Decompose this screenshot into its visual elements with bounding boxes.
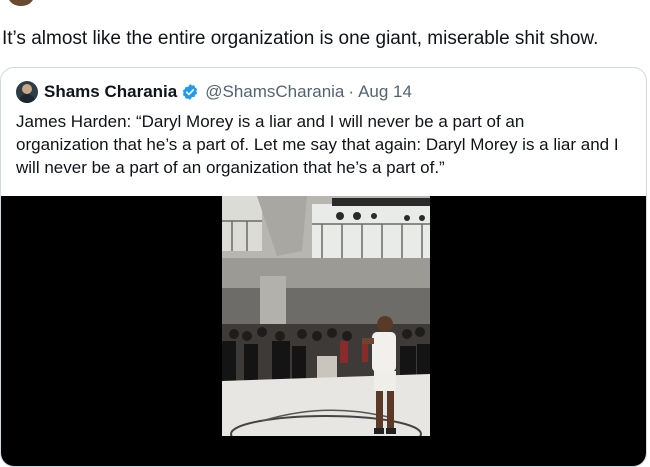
post-date[interactable]: Aug 14 [358,82,412,102]
author-name[interactable]: Shams Charania [44,82,177,102]
video-thumbnail[interactable] [222,196,430,436]
arena-scene-image [222,196,430,436]
post-text: It’s almost like the entire organization… [2,28,599,49]
body-line: James Harden: “Daryl Morey is a liar and… [16,112,525,131]
video-media[interactable] [1,196,646,466]
header-separator: · [348,82,355,101]
verified-badge-icon [183,84,198,100]
quoted-post-header: Shams Charania @ShamsCharania · Aug 14 [16,80,412,104]
author-avatar[interactable] [16,81,38,103]
poster-avatar[interactable] [8,0,34,6]
author-handle[interactable]: @ShamsCharania [205,82,344,102]
body-line: will never be a part of an organization … [16,158,445,177]
quoted-post-body: James Harden: “Daryl Morey is a liar and… [16,110,641,179]
body-line: organization that he’s a part of. Let me… [16,135,619,154]
quoted-post-card[interactable]: Shams Charania @ShamsCharania · Aug 14 J… [0,67,647,467]
